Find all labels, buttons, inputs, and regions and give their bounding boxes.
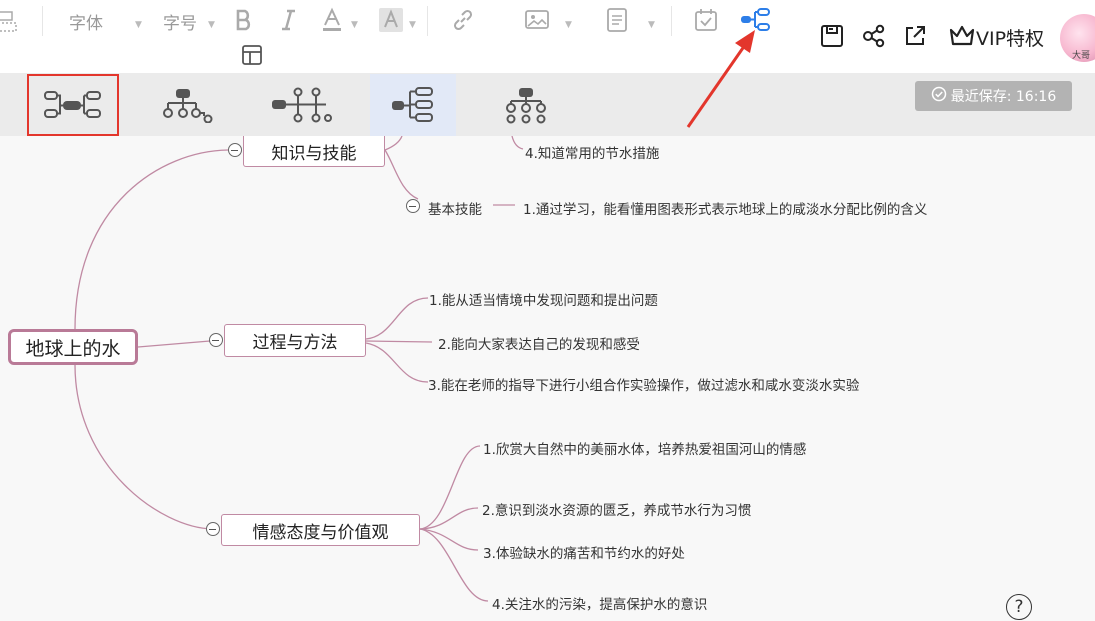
collapse-toggle-process[interactable]: [209, 333, 223, 347]
note-dropdown-icon[interactable]: ▼: [648, 20, 655, 30]
mindmap-canvas[interactable]: 地球上的水 知识与技能 4.知道常用的节水措施 基本技能 1.通过学习，能看懂用…: [0, 136, 1095, 621]
shape-icon[interactable]: [0, 8, 22, 34]
highlight-color-icon[interactable]: [378, 6, 404, 34]
crown-icon: [948, 24, 976, 51]
task-icon[interactable]: [692, 6, 720, 34]
bold-icon[interactable]: [232, 6, 256, 34]
leaf-attitude-1[interactable]: 1.欣赏大自然中的美丽水体，培养热爱祖国河山的情感: [483, 438, 806, 458]
vip-label: VIP特权: [976, 28, 1045, 50]
layout-option-logic-both[interactable]: [27, 74, 119, 136]
subtopic-basic-skills[interactable]: 基本技能: [428, 198, 482, 218]
logic-both-sides-layout-icon: [44, 91, 101, 118]
avatar-caption: 大哥: [1072, 51, 1091, 61]
export-icon[interactable]: [901, 22, 929, 50]
check-circle-icon: [931, 86, 947, 106]
layout-option-org-chart[interactable]: [145, 74, 231, 136]
structure-icon[interactable]: [740, 6, 772, 34]
collapse-toggle-attitude[interactable]: [206, 522, 220, 536]
leaf-knowledge-4[interactable]: 4.知道常用的节水措施: [525, 142, 659, 162]
note-icon[interactable]: [603, 6, 631, 34]
leaf-attitude-3[interactable]: 3.体验缺水的痛苦和节约水的好处: [483, 542, 685, 562]
timeline-layout-icon: [272, 87, 332, 123]
layout-option-timeline[interactable]: [258, 74, 344, 136]
top-toolbar: 字体 ▼ 字号 ▼ ▼ ▼ ▼ ▼ VIP特权 大哥: [0, 0, 1095, 73]
leaf-process-3[interactable]: 3.能在老师的指导下进行小组合作实验操作，做过滤水和咸水变淡水实验: [428, 374, 859, 394]
save-status-badge: 最近保存: 16:16: [915, 81, 1072, 111]
topic-knowledge-skills[interactable]: 知识与技能: [243, 136, 385, 167]
font-family-select[interactable]: 字体: [69, 9, 103, 34]
link-icon[interactable]: [449, 6, 477, 34]
org-chart-layout-icon: [163, 89, 213, 123]
collapse-toggle-basic-skills[interactable]: [406, 199, 420, 213]
root-topic[interactable]: 地球上的水: [8, 329, 138, 365]
tree-down-layout-icon: [506, 88, 546, 124]
image-dropdown-icon[interactable]: ▼: [565, 20, 572, 30]
theme-icon[interactable]: [239, 42, 265, 68]
save-icon[interactable]: [818, 22, 846, 50]
leaf-attitude-4[interactable]: 4.关注水的污染，提高保护水的意识: [492, 593, 707, 613]
layout-option-logic-right[interactable]: [370, 74, 456, 136]
collapse-toggle-knowledge[interactable]: [228, 143, 242, 157]
leaf-attitude-2[interactable]: 2.意识到淡水资源的匮乏，养成节水行为习惯: [482, 499, 751, 519]
leaf-basic-skills-1[interactable]: 1.通过学习，能看懂用图表形式表示地球上的咸淡水分配比例的含义: [523, 198, 927, 218]
topic-attitude-values[interactable]: 情感态度与价值观: [221, 514, 420, 546]
layout-toolbar: 最近保存: 16:16: [0, 73, 1095, 136]
font-size-dropdown-icon[interactable]: ▼: [208, 20, 215, 30]
save-status-text: 最近保存: 16:16: [950, 89, 1057, 105]
font-family-dropdown-icon[interactable]: ▼: [135, 20, 142, 30]
help-button[interactable]: ?: [1006, 594, 1032, 620]
font-size-select[interactable]: 字号: [163, 9, 197, 34]
logic-right-layout-icon: [392, 87, 433, 122]
font-color-dropdown-icon[interactable]: ▼: [351, 20, 358, 30]
italic-icon[interactable]: [277, 6, 299, 34]
leaf-process-1[interactable]: 1.能从适当情境中发现问题和提出问题: [429, 289, 658, 309]
highlight-dropdown-icon[interactable]: ▼: [409, 20, 416, 30]
share-icon[interactable]: [860, 22, 888, 50]
image-icon[interactable]: [523, 6, 551, 34]
font-color-icon[interactable]: [320, 6, 344, 34]
leaf-process-2[interactable]: 2.能向大家表达自己的发现和感受: [438, 333, 640, 353]
avatar[interactable]: 大哥: [1060, 14, 1095, 62]
topic-process-methods[interactable]: 过程与方法: [224, 324, 366, 357]
vip-button[interactable]: VIP特权: [948, 24, 1044, 51]
layout-option-tree-down[interactable]: [483, 74, 569, 136]
